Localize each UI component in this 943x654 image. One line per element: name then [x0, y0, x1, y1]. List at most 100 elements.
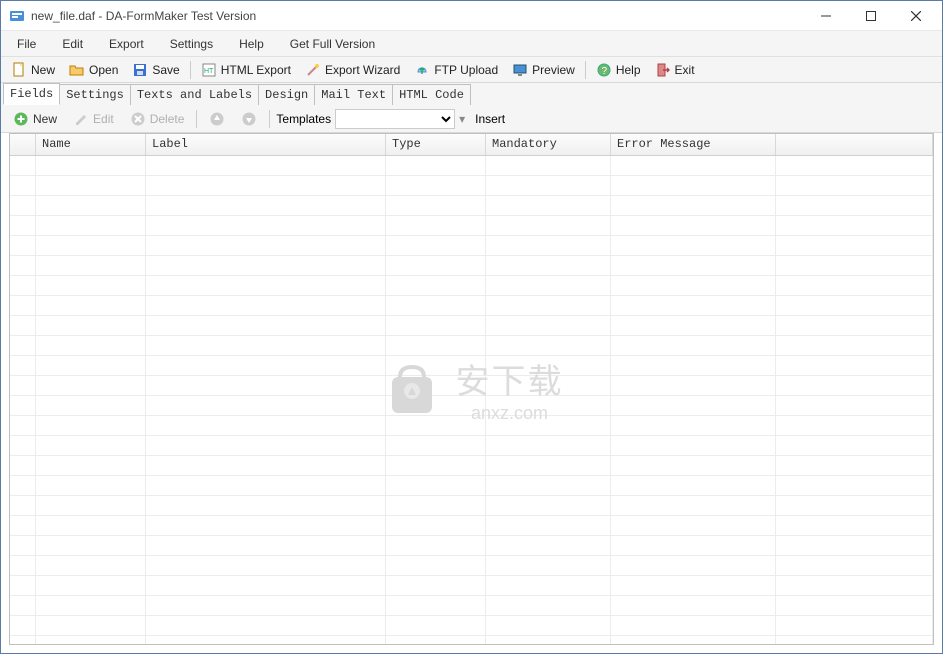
grid-col-label[interactable]: Label	[146, 134, 386, 155]
grid-row-empty[interactable]	[10, 336, 933, 356]
toolbar-preview-button[interactable]: Preview	[506, 60, 581, 80]
toolbar-help-label: Help	[616, 63, 641, 77]
grid-row-empty[interactable]	[10, 476, 933, 496]
window-title: new_file.daf - DA-FormMaker Test Version	[31, 9, 256, 23]
toolbar-ftpupload-label: FTP Upload	[434, 63, 498, 77]
grid-row-empty[interactable]	[10, 636, 933, 644]
fields-toolbar: New Edit Delete Templates ▾ Insert	[1, 105, 942, 133]
grid-row-empty[interactable]	[10, 256, 933, 276]
grid-row-empty[interactable]	[10, 176, 933, 196]
toolbar-new-label: New	[31, 63, 55, 77]
toolbar-htmlexport-label: HTML Export	[221, 63, 291, 77]
grid-col-mandatory[interactable]: Mandatory	[486, 134, 611, 155]
grid-body[interactable]	[10, 156, 933, 644]
toolbar-preview-label: Preview	[532, 63, 575, 77]
menu-settings[interactable]: Settings	[158, 33, 225, 55]
minimize-button[interactable]	[803, 2, 848, 30]
fields-separator	[196, 110, 197, 128]
grid-row-empty[interactable]	[10, 496, 933, 516]
fields-new-label: New	[33, 112, 57, 126]
tab-settings[interactable]: Settings	[59, 84, 131, 105]
menu-help[interactable]: Help	[227, 33, 276, 55]
grid-row-empty[interactable]	[10, 376, 933, 396]
toolbar-separator	[585, 61, 586, 79]
insert-label[interactable]: Insert	[475, 112, 505, 126]
grid-col-extra[interactable]	[776, 134, 933, 155]
toolbar-htmlexport-button[interactable]: HT HTML Export	[195, 60, 297, 80]
toolbar-open-button[interactable]: Open	[63, 60, 124, 80]
grid-row-empty[interactable]	[10, 156, 933, 176]
grid-col-errormessage[interactable]: Error Message	[611, 134, 776, 155]
grid-row-empty[interactable]	[10, 616, 933, 636]
fields-grid: Name Label Type Mandatory Error Message …	[9, 133, 934, 645]
toolbar-separator	[190, 61, 191, 79]
toolbar-help-button[interactable]: ? Help	[590, 60, 647, 80]
grid-row-empty[interactable]	[10, 536, 933, 556]
fields-movedown-button[interactable]	[235, 109, 263, 129]
grid-row-empty[interactable]	[10, 236, 933, 256]
grid-row-empty[interactable]	[10, 296, 933, 316]
wizard-wand-icon	[305, 62, 321, 78]
grid-header: Name Label Type Mandatory Error Message	[10, 134, 933, 156]
menu-export[interactable]: Export	[97, 33, 156, 55]
tab-html-code[interactable]: HTML Code	[392, 84, 471, 105]
fields-delete-button[interactable]: Delete	[124, 109, 191, 129]
toolbar-exit-label: Exit	[675, 63, 695, 77]
exit-door-icon	[655, 62, 671, 78]
toolbar-ftpupload-button[interactable]: FTP Upload	[408, 60, 504, 80]
menu-edit[interactable]: Edit	[50, 33, 95, 55]
grid-row-empty[interactable]	[10, 356, 933, 376]
tab-mail-text[interactable]: Mail Text	[314, 84, 393, 105]
fields-separator	[269, 110, 270, 128]
grid-col-type[interactable]: Type	[386, 134, 486, 155]
fields-edit-button[interactable]: Edit	[67, 109, 120, 129]
tab-texts-and-labels[interactable]: Texts and Labels	[130, 84, 259, 105]
close-button[interactable]	[893, 2, 938, 30]
grid-row-empty[interactable]	[10, 456, 933, 476]
ftp-upload-icon	[414, 62, 430, 78]
grid-row-empty[interactable]	[10, 196, 933, 216]
grid-row-empty[interactable]	[10, 576, 933, 596]
toolbar-save-label: Save	[152, 63, 179, 77]
svg-text:HT: HT	[204, 68, 214, 75]
new-file-icon	[11, 62, 27, 78]
tab-design[interactable]: Design	[258, 84, 315, 105]
grid-row-empty[interactable]	[10, 216, 933, 236]
grid-col-rowselector[interactable]	[10, 134, 36, 155]
grid-row-empty[interactable]	[10, 436, 933, 456]
help-icon: ?	[596, 62, 612, 78]
toolbar-exportwizard-label: Export Wizard	[325, 63, 400, 77]
toolbar-open-label: Open	[89, 63, 118, 77]
titlebar: new_file.daf - DA-FormMaker Test Version	[1, 1, 942, 31]
tabstrip: Fields Settings Texts and Labels Design …	[1, 83, 942, 105]
grid-row-empty[interactable]	[10, 276, 933, 296]
grid-row-empty[interactable]	[10, 556, 933, 576]
tab-fields[interactable]: Fields	[3, 83, 60, 105]
save-disk-icon	[132, 62, 148, 78]
toolbar-save-button[interactable]: Save	[126, 60, 185, 80]
templates-dropdown[interactable]	[335, 109, 455, 129]
menu-getfullversion[interactable]: Get Full Version	[278, 33, 387, 55]
preview-monitor-icon	[512, 62, 528, 78]
menubar: File Edit Export Settings Help Get Full …	[1, 31, 942, 57]
templates-label: Templates	[276, 112, 331, 126]
delete-circle-icon	[130, 111, 146, 127]
fields-new-button[interactable]: New	[7, 109, 63, 129]
toolbar-exportwizard-button[interactable]: Export Wizard	[299, 60, 406, 80]
main-toolbar: New Open Save HT HTML Export Export Wiza…	[1, 57, 942, 83]
grid-row-empty[interactable]	[10, 316, 933, 336]
svg-text:?: ?	[601, 66, 607, 77]
grid-row-empty[interactable]	[10, 396, 933, 416]
grid-col-name[interactable]: Name	[36, 134, 146, 155]
toolbar-new-button[interactable]: New	[5, 60, 61, 80]
plus-circle-icon	[13, 111, 29, 127]
fields-edit-label: Edit	[93, 112, 114, 126]
grid-row-empty[interactable]	[10, 416, 933, 436]
grid-row-empty[interactable]	[10, 516, 933, 536]
grid-row-empty[interactable]	[10, 596, 933, 616]
fields-moveup-button[interactable]	[203, 109, 231, 129]
toolbar-exit-button[interactable]: Exit	[649, 60, 701, 80]
menu-file[interactable]: File	[5, 33, 48, 55]
maximize-button[interactable]	[848, 2, 893, 30]
pencil-icon	[73, 111, 89, 127]
